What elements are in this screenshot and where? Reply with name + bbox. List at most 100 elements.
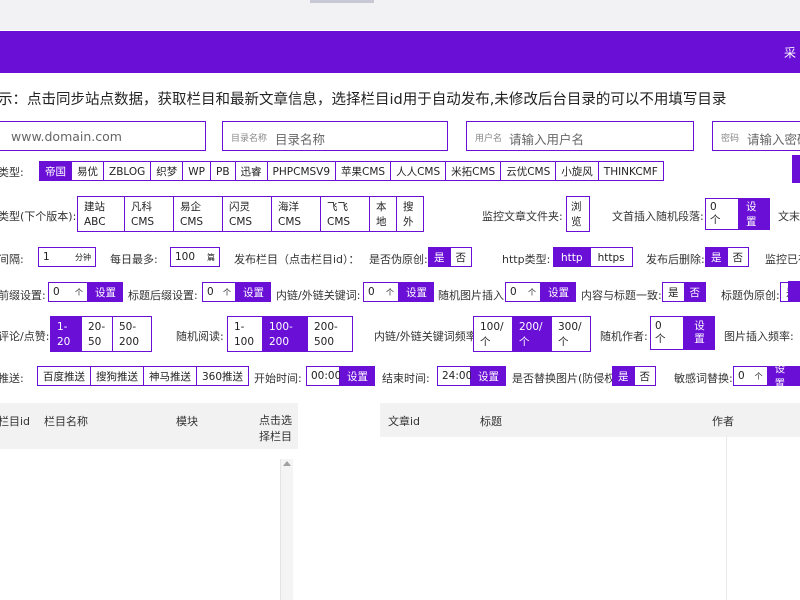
img-set-button[interactable]: 设置: [541, 282, 576, 302]
interval-input[interactable]: 1 分钟: [38, 247, 96, 267]
start-input[interactable]: 00:00: [306, 366, 341, 386]
browse-group: 浏览: [566, 196, 590, 232]
sensitive-input[interactable]: 0 个: [733, 366, 768, 386]
freq-option-1-line-2: 个: [519, 336, 530, 348]
sensitive-set-button[interactable]: 设置: [767, 363, 800, 390]
author-unit: 个: [655, 333, 666, 345]
prefix-label: 前缀设置:: [0, 289, 46, 302]
app-header: 采: [0, 31, 800, 73]
cms2-option-6[interactable]: 本地: [369, 196, 397, 232]
col-name-header: 栏目名称: [44, 415, 88, 428]
push-label: 推送:: [0, 372, 24, 385]
read-option-1[interactable]: 100- 200: [262, 316, 308, 352]
cms-option-3[interactable]: 织梦: [150, 161, 184, 181]
daily-input[interactable]: 100 篇: [170, 247, 220, 267]
prefix-set-button[interactable]: 设置: [88, 282, 123, 302]
freq-option-1[interactable]: 200/个: [512, 316, 552, 352]
cms-option-12[interactable]: 小旋风: [555, 161, 599, 181]
cms-option-5[interactable]: PB: [210, 161, 236, 181]
column-list-scrollbar[interactable]: [280, 459, 293, 600]
end-set-button[interactable]: 设置: [471, 366, 506, 386]
link-input[interactable]: 0 个: [363, 282, 399, 302]
comment-option-2[interactable]: 50- 200: [112, 316, 152, 352]
replace-yes[interactable]: 是: [612, 366, 635, 386]
dir-field[interactable]: 目录名称 目录名称: [222, 121, 448, 151]
cms2-option-5[interactable]: 飞飞 CMS: [320, 196, 370, 232]
prefix-input[interactable]: 0 个: [48, 282, 88, 302]
interval-unit: 分钟: [75, 252, 91, 262]
cms2-option-3[interactable]: 闪灵 CMS: [222, 196, 272, 232]
domain-field[interactable]: www.domain.com: [0, 121, 206, 151]
cms-option-10[interactable]: 米拓CMS: [445, 161, 502, 181]
random-para-value: 0: [710, 201, 717, 213]
suffix-input[interactable]: 0 个: [202, 282, 236, 302]
sensitive-unit: 个: [754, 371, 763, 381]
author-set-button[interactable]: 设 置: [684, 316, 715, 350]
cms2-option-7[interactable]: 搜外: [396, 196, 424, 232]
comment-option-1[interactable]: 20- 50: [81, 316, 113, 352]
start-set-button[interactable]: 设置: [340, 366, 375, 386]
suffix-label: 标题后缀设置:: [128, 289, 198, 302]
comment-option-1-line-1: 20-: [88, 321, 106, 333]
cms-option-9[interactable]: 人人CMS: [390, 161, 447, 181]
cms-option-6[interactable]: 迅睿: [234, 161, 268, 181]
consistent-no[interactable]: 否: [683, 282, 706, 302]
cms-option-4[interactable]: WP: [182, 161, 211, 181]
consistent-yes[interactable]: 是: [662, 282, 685, 302]
author-label: 随机作者:: [600, 330, 648, 343]
read-option-2[interactable]: 200- 500: [307, 316, 353, 352]
pseudo-no[interactable]: 否: [449, 247, 472, 267]
side-action-button[interactable]: [792, 155, 800, 183]
cms-option-7[interactable]: PHPCMSV9: [266, 161, 337, 181]
freq-option-0[interactable]: 100/个: [473, 316, 513, 352]
link-set-button[interactable]: 设置: [399, 282, 434, 302]
cms-option-11[interactable]: 云优CMS: [500, 161, 557, 181]
push-option-0[interactable]: 百度推送: [37, 366, 91, 386]
pass-label: 密码: [721, 134, 740, 144]
cms-option-2[interactable]: ZBLOG: [103, 161, 152, 181]
cms2-option-4-line-1: 海洋: [278, 201, 299, 213]
freq-option-2[interactable]: 300/个: [551, 316, 591, 352]
column-list[interactable]: [0, 449, 298, 600]
random-para-input[interactable]: 0 个: [705, 198, 739, 230]
cms-option-0[interactable]: 帝国: [39, 161, 72, 181]
pseudo-yes[interactable]: 是: [428, 247, 451, 267]
read-option-2-line-1: 200-: [314, 321, 338, 333]
comment-option-0[interactable]: 1- 20: [50, 316, 82, 352]
end-input[interactable]: 24:00: [437, 366, 472, 386]
cms2-option-4[interactable]: 海洋 CMS: [271, 196, 321, 232]
read-option-0[interactable]: 1- 100: [227, 316, 263, 352]
monitor-label: 监控文章文件夹:: [482, 210, 563, 223]
cms-option-13[interactable]: THINKCMF: [597, 161, 664, 181]
cms-option-1[interactable]: 易优: [71, 161, 104, 181]
header-text[interactable]: 采: [784, 44, 796, 61]
scroll-up-arrow-icon[interactable]: [283, 461, 291, 466]
pass-field[interactable]: 密码 请输入密码: [712, 121, 800, 151]
push-option-2[interactable]: 神马推送: [143, 366, 197, 386]
browse-button[interactable]: 浏览: [566, 196, 590, 232]
suffix-set-button[interactable]: 设置: [236, 282, 271, 302]
comment-option-2-line-1: 50-: [119, 321, 137, 333]
cms-type-label: 类型:: [0, 166, 24, 179]
imgfreq-label: 图片插入频率:: [724, 330, 794, 343]
end-control: 24:00 设置: [437, 366, 506, 386]
replace-no[interactable]: 否: [633, 366, 656, 386]
freq-option-2-line-1: 300/: [558, 321, 582, 333]
push-option-1[interactable]: 搜狗推送: [90, 366, 144, 386]
user-field[interactable]: 用户名 请输入用户名: [466, 121, 694, 151]
delete-no[interactable]: 否: [726, 247, 749, 267]
https-option[interactable]: https: [589, 247, 633, 267]
cms2-option-1[interactable]: 凡科 CMS: [124, 196, 174, 232]
img-input[interactable]: 0 个: [505, 282, 541, 302]
http-option[interactable]: http: [553, 247, 591, 267]
col-select-header-1: 点击选: [259, 414, 292, 427]
delete-yes[interactable]: 是: [705, 247, 728, 267]
comment-label: 评论/点赞:: [0, 330, 50, 343]
read-option-1-line-2: 200: [269, 336, 290, 348]
random-para-set-button[interactable]: 设置: [739, 198, 770, 230]
author-input[interactable]: 0 个: [650, 316, 684, 350]
cms2-option-2[interactable]: 易企 CMS: [173, 196, 223, 232]
cms2-option-0[interactable]: 建站 ABC: [77, 196, 125, 232]
cms-option-8[interactable]: 苹果CMS: [335, 161, 392, 181]
push-option-3[interactable]: 360推送: [196, 366, 250, 386]
